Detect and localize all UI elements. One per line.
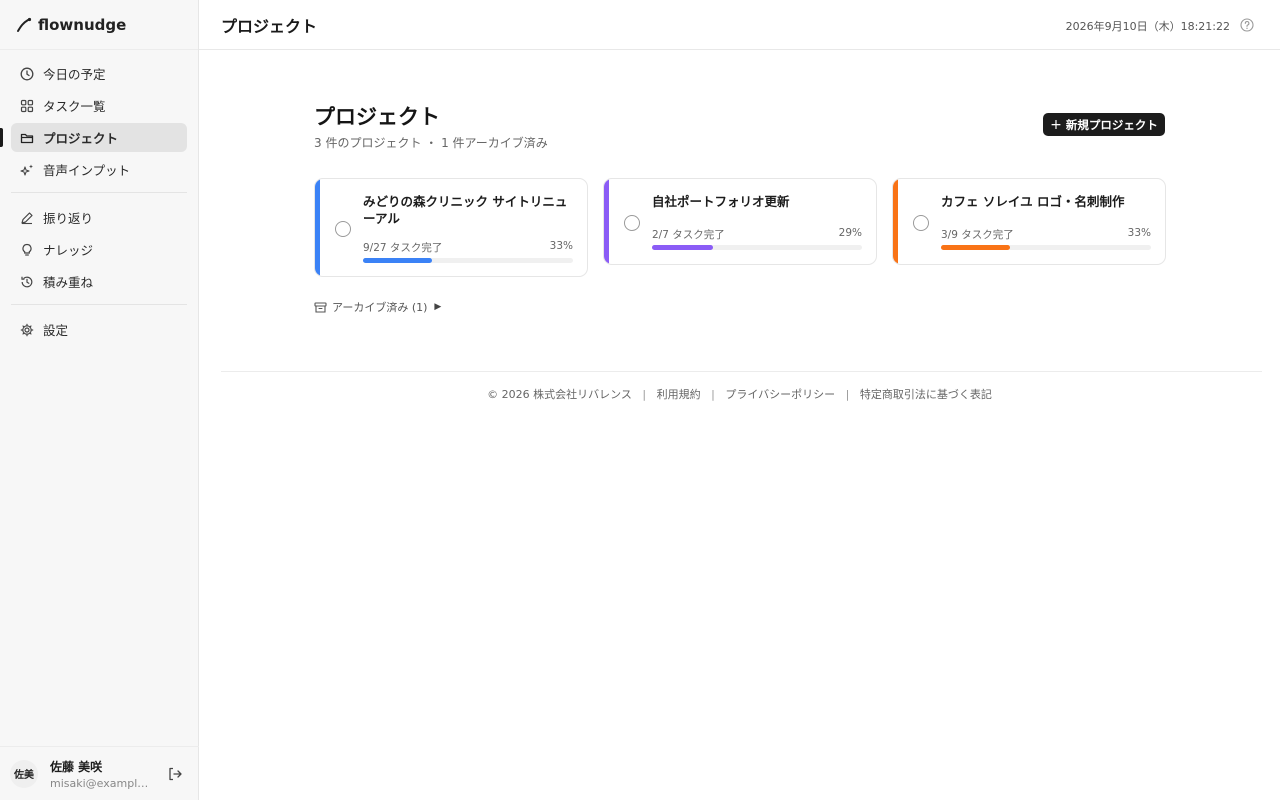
- sidebar-divider: [11, 192, 187, 193]
- project-color-bar: [315, 179, 320, 276]
- sidebar-item-knowledge[interactable]: ナレッジ: [11, 235, 187, 264]
- page-subtitle: 3 件のプロジェクト ・ 1 件アーカイブ済み: [314, 136, 548, 150]
- archive-label: アーカイブ済み (1): [332, 301, 428, 314]
- progress-track: [363, 258, 573, 263]
- top-bar: プロジェクト 2026年9月10日（木）18:21:22: [199, 0, 1280, 50]
- project-name: カフェ ソレイユ ロゴ・名刺制作: [941, 194, 1125, 209]
- privacy-link[interactable]: プライバシーポリシー: [725, 388, 835, 401]
- sidebar-item-today[interactable]: 今日の予定: [11, 59, 187, 88]
- project-color-bar: [893, 179, 898, 264]
- footer: © 2026 株式会社リバレンス | 利用規約 | プライバシーポリシー | 特…: [199, 386, 1280, 402]
- user-meta: 佐藤 美咲 misaki@example.…: [50, 758, 150, 790]
- user-email: misaki@example.…: [50, 776, 150, 790]
- progress-fill: [363, 258, 433, 263]
- progress-track: [941, 245, 1151, 250]
- help-icon[interactable]: [1240, 18, 1254, 32]
- app-name: flownudge: [38, 15, 127, 34]
- project-card[interactable]: 自社ポートフォリオ更新 2/7 タスク完了 29%: [603, 178, 877, 265]
- commerce-law-link[interactable]: 特定商取引法に基づく表記: [860, 388, 992, 401]
- project-name: みどりの森クリニック サイトリニューアル: [363, 194, 568, 226]
- project-progress-text: 2/7 タスク完了: [652, 229, 725, 241]
- sidebar-item-label: 積み重ね: [43, 275, 94, 290]
- project-name: 自社ポートフォリオ更新: [652, 194, 790, 209]
- sparkles-icon: [20, 163, 34, 177]
- archive-box-icon: [314, 301, 327, 313]
- folder-icon: [20, 131, 34, 145]
- project-percent: 29%: [838, 227, 862, 239]
- sidebar-item-projects[interactable]: プロジェクト: [0, 123, 187, 152]
- lightbulb-icon: [20, 243, 34, 257]
- sidebar-item-label: タスク一覧: [43, 99, 106, 114]
- project-progress-text: 3/9 タスク完了: [941, 229, 1014, 241]
- project-complete-checkbox[interactable]: [624, 215, 640, 231]
- progress-fill: [652, 245, 713, 250]
- sidebar-item-settings[interactable]: 設定: [11, 315, 187, 344]
- project-card[interactable]: カフェ ソレイユ ロゴ・名刺制作 3/9 タスク完了 33%: [892, 178, 1166, 265]
- user-panel[interactable]: 佐美 佐藤 美咲 misaki@example.…: [0, 746, 199, 800]
- logo-icon: [17, 17, 32, 32]
- sidebar-item-voice-input[interactable]: 音声インプット: [11, 155, 187, 184]
- main-content: プロジェクト 3 件のプロジェクト ・ 1 件アーカイブ済み + 新規プロジェク…: [199, 51, 1280, 800]
- footer-separator: |: [642, 388, 647, 401]
- sidebar-item-review[interactable]: 振り返り: [11, 203, 187, 232]
- sidebar-item-tasks[interactable]: タスク一覧: [11, 91, 187, 120]
- sidebar: flownudge 今日の予定 タスク一覧 プロジェクト 音声インプット 振り返…: [0, 0, 199, 800]
- project-color-bar: [604, 179, 609, 264]
- progress-fill: [941, 245, 1011, 250]
- terms-link[interactable]: 利用規約: [657, 388, 701, 401]
- user-name: 佐藤 美咲: [50, 759, 103, 774]
- plus-icon: +: [1050, 116, 1062, 133]
- project-progress-text: 9/27 タスク完了: [363, 242, 443, 254]
- progress-track: [652, 245, 862, 250]
- sidebar-item-label: プロジェクト: [43, 131, 119, 146]
- datetime: 2026年9月10日（木）18:21:22: [1065, 20, 1230, 33]
- footer-separator: |: [711, 388, 715, 401]
- new-project-label: 新規プロジェクト: [1065, 117, 1158, 132]
- sidebar-item-label: 今日の予定: [43, 67, 106, 82]
- archive-toggle[interactable]: アーカイブ済み (1) ▶: [314, 299, 441, 315]
- sidebar-divider: [11, 304, 187, 305]
- footer-separator: |: [845, 388, 850, 401]
- sidebar-nav: 今日の予定 タスク一覧 プロジェクト 音声インプット 振り返り ナレッジ 積み重…: [0, 50, 198, 344]
- sidebar-item-label: 振り返り: [43, 211, 94, 226]
- clock-icon: [20, 67, 34, 81]
- history-icon: [20, 275, 34, 289]
- sidebar-item-label: 設定: [43, 323, 69, 338]
- new-project-button[interactable]: + 新規プロジェクト: [1043, 113, 1165, 136]
- gear-icon: [20, 323, 34, 337]
- project-percent: 33%: [1127, 227, 1151, 239]
- pencil-icon: [20, 211, 34, 225]
- page-title: プロジェクト: [314, 105, 440, 129]
- copyright: © 2026 株式会社リバレンス: [487, 388, 632, 401]
- sidebar-item-label: ナレッジ: [43, 243, 94, 258]
- project-card[interactable]: みどりの森クリニック サイトリニューアル 9/27 タスク完了 33%: [314, 178, 588, 277]
- sidebar-item-accumulation[interactable]: 積み重ね: [11, 267, 187, 296]
- sidebar-item-label: 音声インプット: [43, 163, 131, 178]
- project-complete-checkbox[interactable]: [913, 215, 929, 231]
- avatar: 佐美: [10, 759, 38, 788]
- brand[interactable]: flownudge: [0, 0, 198, 50]
- grid-icon: [20, 99, 34, 113]
- caret-right-icon: ▶: [434, 302, 442, 312]
- project-complete-checkbox[interactable]: [335, 221, 351, 237]
- footer-divider: [221, 371, 1262, 372]
- header-title: プロジェクト: [221, 16, 318, 36]
- logout-icon[interactable]: [167, 766, 183, 782]
- project-percent: 33%: [549, 240, 573, 252]
